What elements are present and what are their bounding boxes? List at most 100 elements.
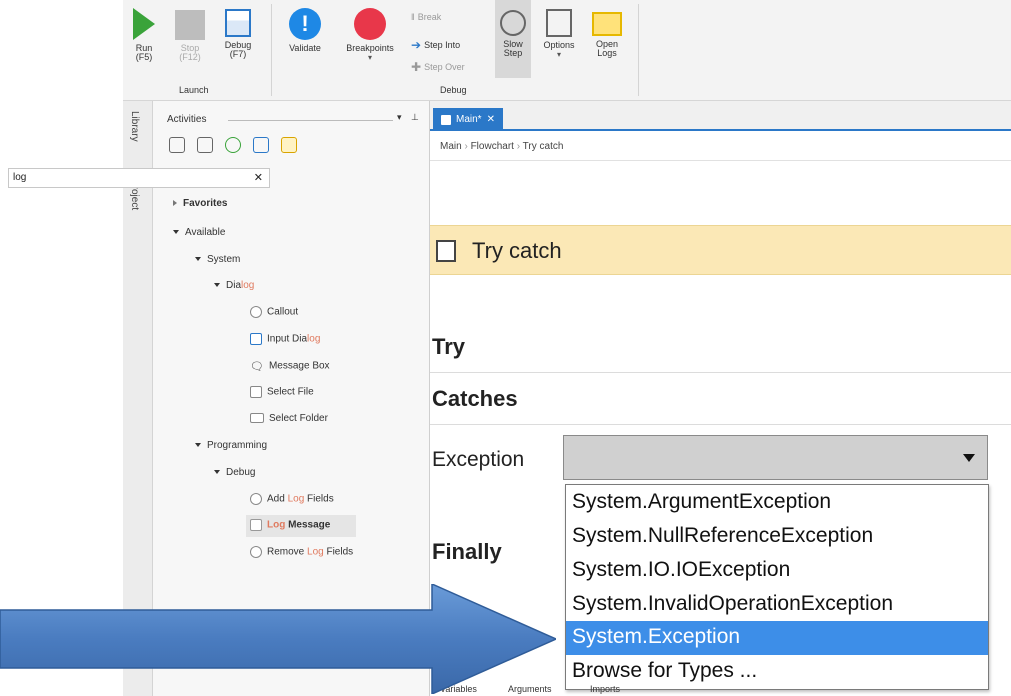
breadcrumb: Main › Flowchart › Try catch — [430, 131, 1011, 161]
activity-input-dialog[interactable]: Input Dialog — [250, 333, 320, 345]
dropdown-option-selected[interactable]: System.Exception — [566, 621, 988, 655]
dropdown-option[interactable]: System.NullReferenceException — [566, 520, 988, 554]
run-button[interactable]: Run (F5) — [129, 0, 159, 62]
tree-label: Favorites — [183, 198, 228, 209]
filter-icon[interactable] — [281, 137, 297, 153]
tab-main[interactable]: Main* ✕ — [433, 108, 503, 131]
collapse-icon — [214, 470, 220, 475]
step-into-button[interactable]: ➔ Step Into — [411, 38, 460, 52]
pin-icon[interactable]: ⊥ — [411, 112, 419, 123]
breadcrumb-item[interactable]: Main — [440, 141, 462, 152]
tree-label: Callout — [267, 306, 299, 318]
tree-item-available[interactable]: Available — [173, 227, 225, 238]
run-label: Run (F5) — [135, 43, 153, 62]
tree-item-favorites[interactable]: Favorites — [173, 198, 227, 209]
debug-button[interactable]: Debug (F7) — [221, 0, 255, 59]
step-over-button[interactable]: ✚ Step Over — [411, 60, 465, 74]
collapse-all-icon[interactable] — [197, 137, 213, 153]
edit-icon — [546, 9, 572, 37]
clear-icon[interactable]: ✕ — [254, 171, 263, 184]
open-logs-button[interactable]: Open Logs — [589, 0, 625, 58]
log-message-icon — [250, 519, 262, 531]
activity-select-folder[interactable]: Select Folder — [250, 413, 328, 424]
breadcrumb-item[interactable]: Flowchart — [471, 141, 514, 152]
debug-label: Debug (F7) — [224, 40, 252, 59]
tree-item-programming[interactable]: Programming — [195, 440, 267, 451]
exception-type-combobox[interactable] — [563, 435, 988, 480]
search-highlight: log — [307, 333, 321, 345]
pause-icon: ‖ — [411, 12, 415, 22]
dropdown-option[interactable]: System.InvalidOperationException — [566, 588, 988, 622]
debug-icon — [225, 9, 251, 37]
tree-label: System — [207, 254, 241, 265]
expand-all-icon[interactable] — [169, 137, 185, 153]
tree-label: Select Folder — [269, 413, 328, 424]
close-icon[interactable]: ✕ — [487, 114, 495, 125]
stop-label: Stop (F12) — [179, 43, 201, 62]
search-highlight: Log — [267, 519, 286, 531]
document-tab-bar: Main* ✕ — [430, 101, 1011, 131]
tree-item-debug[interactable]: Debug — [214, 467, 255, 478]
breakpoints-button[interactable]: Breakpoints ▾ — [335, 0, 405, 62]
validate-button[interactable]: ! Validate — [281, 0, 329, 53]
break-label: Break — [417, 12, 442, 22]
exception-type-dropdown: System.ArgumentException System.NullRefe… — [565, 484, 989, 690]
activity-message-box[interactable]: 🗨 Message Box — [250, 360, 330, 373]
try-catch-header[interactable]: Try catch — [430, 225, 1011, 275]
section-divider — [430, 372, 1011, 373]
slow-step-label: Slow Step — [503, 39, 523, 58]
finally-section-label: Finally — [432, 539, 502, 564]
tree-label: Message Box — [268, 360, 330, 372]
step-into-icon: ➔ — [411, 38, 422, 52]
search-highlight: Log — [307, 546, 324, 558]
collapse-icon — [173, 230, 179, 235]
options-button[interactable]: Options ▾ — [537, 0, 581, 59]
gear-icon — [250, 546, 262, 558]
section-divider — [430, 424, 1011, 425]
tree-label: Input Dia — [267, 333, 308, 345]
activity-remove-log-fields[interactable]: Remove Log Fields — [250, 546, 353, 558]
activity-select-file[interactable]: Select File — [250, 386, 314, 398]
try-catch-title: Try catch — [472, 238, 562, 263]
message-box-icon: 🗨 — [250, 361, 264, 373]
tab-imports[interactable]: Imports — [590, 684, 620, 694]
tree-label: Add — [267, 493, 288, 505]
refresh-icon[interactable] — [225, 137, 241, 153]
stopwatch-icon — [500, 10, 526, 36]
folder-icon — [592, 12, 622, 36]
chevron-down-icon[interactable] — [963, 454, 975, 462]
tree-item-system[interactable]: System — [195, 254, 240, 265]
stop-icon — [175, 10, 205, 40]
slow-step-button[interactable]: Slow Step — [495, 0, 531, 78]
validate-label: Validate — [289, 43, 321, 53]
stop-button[interactable]: Stop (F12) — [175, 0, 205, 62]
tab-library[interactable]: Library — [129, 111, 140, 142]
file-icon — [250, 386, 262, 398]
arrow-shape — [0, 584, 556, 694]
activity-callout[interactable]: Callout — [250, 306, 298, 318]
launch-group-label: Launch — [179, 85, 209, 95]
tree-label: Dia — [226, 280, 242, 291]
step-over-icon: ✚ — [411, 60, 422, 74]
chevron-down-icon[interactable]: ▾ — [397, 112, 402, 123]
input-dialog-icon — [250, 333, 262, 345]
tree-label: Programming — [207, 440, 268, 451]
tree-label: Debug — [226, 467, 256, 478]
step-over-label: Step Over — [424, 62, 465, 72]
search-value: log — [13, 172, 27, 183]
exclamation-icon: ! — [289, 8, 321, 40]
dropdown-option[interactable]: System.ArgumentException — [566, 486, 988, 520]
activity-add-log-fields[interactable]: Add Log Fields — [250, 493, 334, 505]
tree-item-dialog[interactable]: Dialog — [214, 280, 254, 291]
activities-search-input[interactable]: log ✕ — [8, 168, 270, 188]
breadcrumb-item[interactable]: Try catch — [523, 141, 564, 152]
options-label: Options — [543, 40, 575, 50]
activity-log-message[interactable]: Log Message — [246, 515, 356, 537]
tree-label: Select File — [267, 386, 314, 398]
breakpoints-label: Breakpoints — [346, 43, 394, 53]
folder-icon — [250, 413, 264, 424]
dropdown-option[interactable]: System.IO.IOException — [566, 554, 988, 588]
list-icon[interactable] — [253, 137, 269, 153]
break-button[interactable]: ‖ Break — [411, 12, 441, 22]
collapse-icon — [214, 283, 220, 288]
